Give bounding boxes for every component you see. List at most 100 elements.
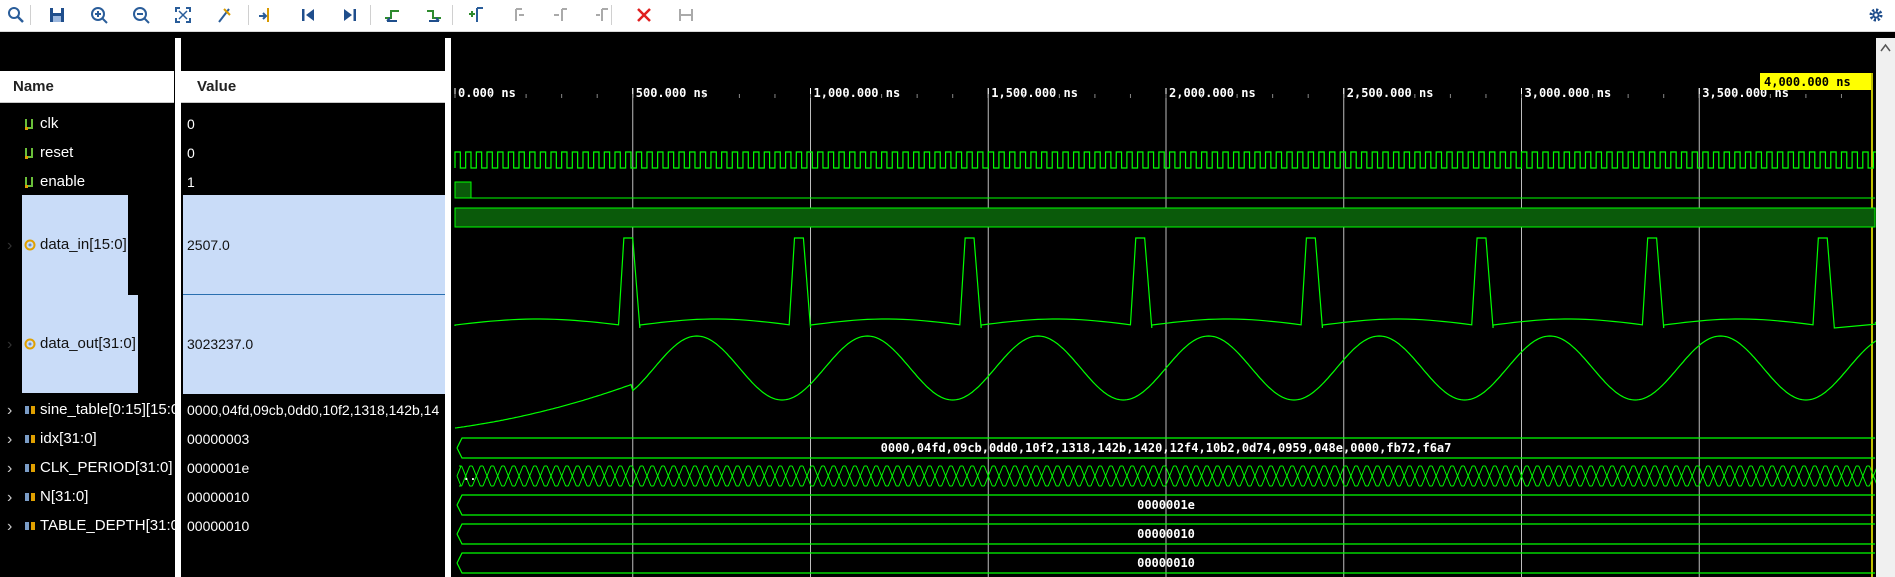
signal-value: 2507.0 bbox=[187, 236, 230, 253]
signal-name[interactable]: reset bbox=[40, 144, 175, 161]
toolbar-separator bbox=[452, 5, 453, 25]
signal-name[interactable]: N[31:0] bbox=[40, 488, 175, 505]
gear-icon bbox=[1869, 8, 1883, 22]
signal-name[interactable]: idx[31:0] bbox=[40, 430, 175, 447]
expand-chevron-icon[interactable]: › bbox=[7, 402, 12, 420]
sine-table-bus-label: 0000,04fd,09cb,0dd0,10f2,1318,142b,1420,… bbox=[881, 441, 1452, 455]
swap-cursor-button[interactable] bbox=[212, 3, 236, 27]
signal-value: 00000010 bbox=[187, 518, 250, 534]
bit-signal-icon bbox=[24, 175, 36, 188]
previous-marker-button[interactable] bbox=[506, 3, 530, 27]
zoom-out-button[interactable] bbox=[129, 3, 153, 27]
vertical-scrollbar[interactable] bbox=[1876, 38, 1895, 577]
tick-label: 0.000 ns bbox=[458, 86, 516, 100]
signal-value: 3023237.0 bbox=[187, 335, 254, 352]
waveform-canvas[interactable]: 0.000 ns 500.000 ns 1,000.000 ns 1,500.000 … bbox=[451, 38, 1876, 577]
previous-marker-icon bbox=[515, 8, 524, 21]
bit-signal-icon bbox=[24, 117, 36, 130]
marker-range-button[interactable] bbox=[674, 3, 698, 27]
zoom-in-icon bbox=[91, 7, 108, 24]
goto-cursor-button[interactable] bbox=[254, 3, 278, 27]
expand-chevron-icon[interactable]: › bbox=[7, 336, 12, 354]
signal-value: 1 bbox=[187, 174, 195, 190]
zoom-fit-button[interactable] bbox=[171, 3, 195, 27]
tick-label: 3,000.000 ns bbox=[1525, 86, 1612, 100]
bus-signal-icon bbox=[24, 403, 36, 415]
signal-name[interactable]: sine_table[0:15][15:0 bbox=[40, 401, 175, 418]
signal-value: 00000010 bbox=[187, 489, 250, 505]
go-to-start-icon bbox=[302, 9, 314, 21]
analog-signal-icon bbox=[24, 337, 36, 349]
name-column-header[interactable]: Name bbox=[0, 71, 174, 103]
bus-signal-icon bbox=[24, 490, 36, 502]
row-divider bbox=[183, 294, 445, 295]
zoom-in-button[interactable] bbox=[87, 3, 111, 27]
swap-cursor-icon bbox=[218, 8, 231, 23]
expand-chevron-icon[interactable]: › bbox=[7, 518, 12, 536]
next-transition-button[interactable] bbox=[422, 3, 446, 27]
save-icon bbox=[50, 8, 64, 22]
zoom-out-icon bbox=[133, 7, 150, 24]
clk-period-bus-label: 0000001e bbox=[1137, 498, 1195, 512]
table-depth-bus-label: 00000010 bbox=[1137, 556, 1195, 570]
signal-value: 0 bbox=[187, 145, 195, 161]
tick-label: 1,000.000 ns bbox=[814, 86, 901, 100]
signal-name[interactable]: TABLE_DEPTH[31:0] bbox=[40, 517, 175, 534]
bus-signal-icon bbox=[24, 432, 36, 444]
n-bus-label: 00000010 bbox=[1137, 527, 1195, 541]
previous-transition-icon bbox=[385, 10, 399, 22]
bus-signal-icon bbox=[24, 519, 36, 531]
search-button[interactable] bbox=[4, 3, 28, 27]
add-marker-button[interactable] bbox=[464, 3, 488, 27]
next-marker-button[interactable] bbox=[548, 3, 572, 27]
signal-value: 0 bbox=[187, 116, 195, 132]
delete-button[interactable] bbox=[632, 3, 656, 27]
expand-chevron-icon[interactable]: › bbox=[7, 489, 12, 507]
goto-cursor-icon bbox=[259, 8, 269, 22]
delete-icon bbox=[637, 8, 651, 22]
signal-name[interactable]: data_in[15:0] bbox=[40, 236, 175, 253]
analog-signal-icon bbox=[24, 238, 36, 250]
signal-name[interactable]: data_out[31:0] bbox=[40, 335, 175, 352]
cursor-label: 4,000.000 ns bbox=[1764, 75, 1851, 89]
next-marker-icon bbox=[554, 8, 567, 21]
bus-signal-icon bbox=[24, 461, 36, 473]
scroll-up-icon[interactable] bbox=[1876, 38, 1895, 58]
toolbar-separator bbox=[370, 5, 371, 25]
signal-name[interactable]: CLK_PERIOD[31:0] bbox=[40, 459, 175, 476]
idx-first-label: .. bbox=[463, 470, 476, 483]
signal-value: 0000,04fd,09cb,0dd0,10f2,1318,142b,14 bbox=[187, 402, 440, 418]
toolbar-separator bbox=[30, 5, 31, 25]
toolbar-separator bbox=[248, 5, 249, 25]
go-to-end-icon bbox=[344, 9, 356, 21]
value-column-header[interactable]: Value bbox=[181, 71, 445, 103]
go-to-end-button[interactable] bbox=[338, 3, 362, 27]
waveform-area[interactable]: 0.000 ns 500.000 ns 1,000.000 ns 1,500.000 … bbox=[451, 38, 1876, 577]
expand-chevron-icon[interactable]: › bbox=[7, 237, 12, 255]
add-marker-icon bbox=[469, 7, 483, 22]
reset-high bbox=[454, 181, 472, 199]
previous-transition-button[interactable] bbox=[380, 3, 404, 27]
go-to-start-button[interactable] bbox=[296, 3, 320, 27]
tick-label: 2,000.000 ns bbox=[1169, 86, 1256, 100]
next-transition-icon bbox=[427, 10, 441, 22]
expand-chevron-icon[interactable]: › bbox=[7, 460, 12, 478]
toolbar-separator bbox=[611, 5, 612, 25]
swap-markers-icon bbox=[596, 8, 608, 21]
enable-high bbox=[454, 207, 1876, 228]
signal-name[interactable]: clk bbox=[40, 115, 175, 132]
waveform-toolbar bbox=[0, 0, 1895, 32]
expand-chevron-icon[interactable]: › bbox=[7, 431, 12, 449]
signal-value: 0000001e bbox=[187, 460, 250, 476]
tick-label: 500.000 ns bbox=[636, 86, 708, 100]
tick-label: 1,500.000 ns bbox=[991, 86, 1078, 100]
save-button[interactable] bbox=[45, 3, 69, 27]
bit-signal-icon bbox=[24, 146, 36, 159]
search-icon bbox=[8, 7, 24, 23]
settings-button[interactable] bbox=[1864, 3, 1888, 27]
signal-value: 00000003 bbox=[187, 431, 250, 447]
zoom-fit-icon bbox=[175, 7, 191, 23]
marker-range-icon bbox=[679, 9, 693, 21]
signal-name[interactable]: enable bbox=[40, 173, 175, 190]
tick-label: 2,500.000 ns bbox=[1347, 86, 1434, 100]
